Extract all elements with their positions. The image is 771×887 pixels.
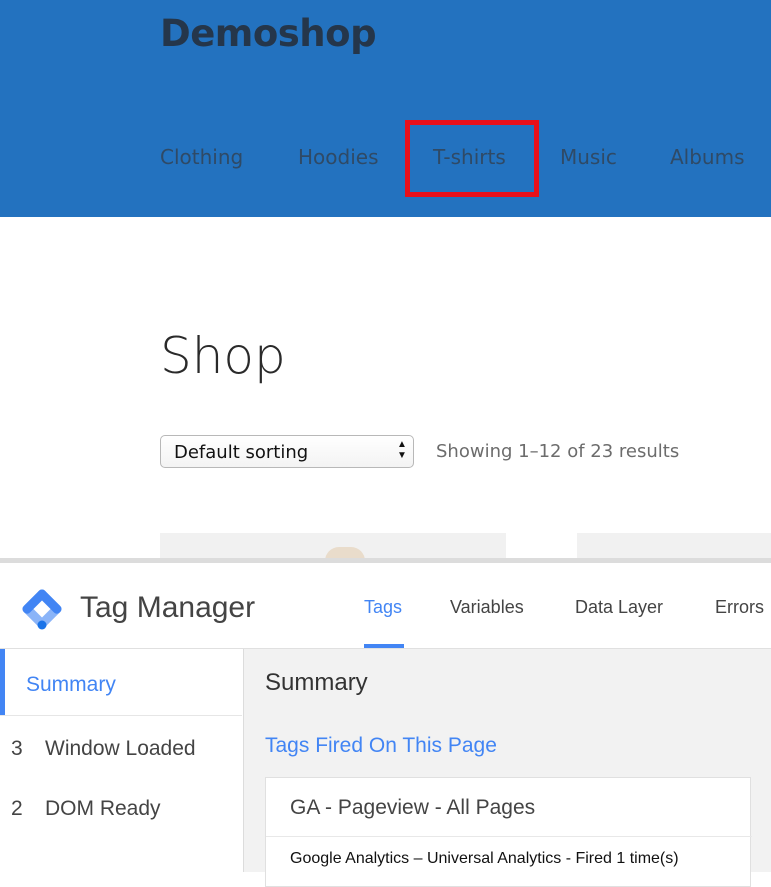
sidebar-item-window-loaded[interactable]: 3 Window Loaded (0, 716, 242, 772)
select-arrows-icon: ▲ ▼ (397, 439, 407, 461)
tab-data-layer[interactable]: Data Layer (575, 597, 663, 618)
tab-variables[interactable]: Variables (450, 597, 524, 618)
sorting-select[interactable]: Default sorting ▲ ▼ (160, 435, 414, 468)
event-number: 2 (11, 797, 23, 820)
tag-name: GA - Pageview - All Pages (290, 796, 536, 819)
sorting-selected-value: Default sorting (174, 442, 309, 463)
tag-detail: Google Analytics – Universal Analytics -… (290, 850, 679, 867)
site-header: Demoshop Clothing Hoodies T-shirts Music… (0, 0, 771, 217)
event-number: 3 (11, 737, 23, 760)
sidebar-item-summary[interactable]: Summary (0, 649, 242, 716)
site-title[interactable]: Demoshop (160, 12, 377, 55)
active-tab-indicator (364, 644, 404, 648)
product-card[interactable] (577, 533, 771, 561)
product-card[interactable] (160, 533, 506, 561)
tab-tags[interactable]: Tags (364, 597, 402, 618)
nav-item-music[interactable]: Music (560, 145, 617, 169)
gtm-main-content: Summary Tags Fired On This Page GA - Pag… (244, 649, 771, 887)
gtm-brand: Tag Manager (80, 591, 256, 624)
tab-errors[interactable]: Errors (715, 597, 764, 618)
tag-manager-debug-panel: Tag Manager Tags Variables Data Layer Er… (0, 563, 771, 887)
section-title: Tags Fired On This Page (265, 734, 497, 757)
gtm-header: Tag Manager Tags Variables Data Layer Er… (0, 563, 771, 649)
nav-item-hoodies[interactable]: Hoodies (298, 145, 379, 169)
fired-tag-card[interactable]: GA - Pageview - All Pages Google Analyti… (265, 777, 752, 887)
tag-manager-logo-icon (22, 589, 62, 630)
gtm-sidebar: Summary 3 Window Loaded 2 DOM Ready (0, 649, 244, 872)
sidebar-item-label: Summary (26, 673, 116, 696)
sidebar-item-dom-ready[interactable]: 2 DOM Ready (0, 776, 242, 832)
nav-item-albums[interactable]: Albums (670, 145, 745, 169)
main-navigation: Clothing Hoodies T-shirts Music Albums (0, 145, 771, 175)
result-count: Showing 1–12 of 23 results (436, 441, 680, 462)
main-title: Summary (265, 669, 368, 696)
page-title: Shop (160, 327, 286, 385)
active-item-indicator (0, 649, 5, 715)
sidebar-item-label: DOM Ready (45, 797, 161, 820)
highlight-annotation-box (405, 120, 539, 197)
tag-card-divider (266, 836, 752, 837)
nav-item-clothing[interactable]: Clothing (160, 145, 243, 169)
sidebar-item-label: Window Loaded (45, 737, 196, 760)
